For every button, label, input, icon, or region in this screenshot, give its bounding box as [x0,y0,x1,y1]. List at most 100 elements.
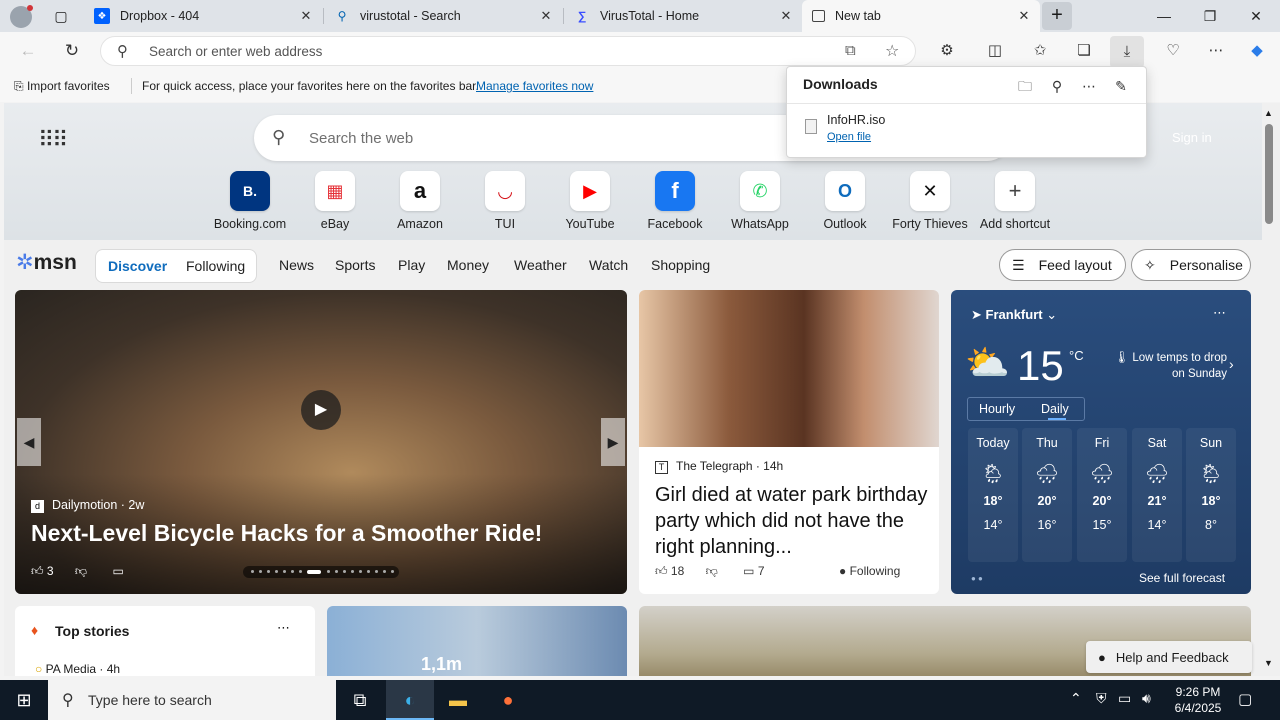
collections-icon[interactable]: ❏ [1071,39,1097,65]
nav-shopping[interactable]: Shopping [651,257,710,273]
back-icon[interactable]: ← [14,37,42,65]
toggle-daily[interactable]: Daily [1041,402,1069,416]
close-window-button[interactable]: ✕ [1233,0,1279,32]
extensions-icon[interactable]: ⚙ [934,39,960,65]
shortcut-booking[interactable]: B. Booking.com [207,171,293,231]
forecast-day[interactable]: Sat 🌧︎ 21° 14° [1132,428,1182,562]
like-icon[interactable]: 👍︎ [655,564,668,578]
downloads-icon[interactable]: ⤓ [1110,36,1144,68]
video-card[interactable]: ▶ ◀ ▶ d Dailymotion · 2w Next-Level Bicyc… [15,290,627,594]
forecast-day[interactable]: Thu 🌧︎ 20° 16° [1022,428,1072,562]
pin-icon[interactable]: ✎ [1110,75,1132,97]
restore-button[interactable]: ❐ [1187,0,1233,32]
tray-icon[interactable]: ⛨ [1096,690,1107,707]
tab-virustotal-search[interactable]: ⚲ virustotal - Search ✕ [324,0,562,32]
shortcut-youtube[interactable]: ▶ YouTube [547,171,633,231]
close-tab-icon[interactable]: ✕ [1016,8,1032,24]
shortcut-tui[interactable]: ◡ TUI [462,171,548,231]
scroll-down-icon[interactable]: ▼ [1264,658,1273,668]
forecast-day[interactable]: Today 🌦︎ 18° 14° [968,428,1018,562]
favorite-star-icon[interactable]: ☆ [885,41,899,61]
dislike-icon[interactable]: 👎︎ [706,564,718,578]
news-title[interactable]: Girl died at water park birthday party w… [655,482,931,560]
shortcut-whatsapp[interactable]: ✆ WhatsApp [717,171,803,231]
nav-news[interactable]: News [279,257,314,273]
close-tab-icon[interactable]: ✕ [298,8,314,24]
tab-dropbox[interactable]: ❖ Dropbox - 404 ✕ [84,0,322,32]
temperature-unit[interactable]: °C [1069,348,1084,363]
edge-icon[interactable]: ◐ [386,680,434,720]
carousel-next-button[interactable]: ▶ [601,418,625,466]
forecast-day[interactable]: Fri 🌧︎ 20° 15° [1077,428,1127,562]
more-options-icon[interactable]: ⋯ [277,620,290,636]
top-stories-card[interactable]: ♦ Top stories ⋯ ○ PA Media · 4h [15,606,315,676]
import-favorites-button[interactable]: ⎘ Import favorites [14,79,110,94]
comment-icon[interactable]: ▭ [112,564,123,578]
folder-icon[interactable]: 🗀 [1014,75,1036,97]
shortcut-facebook[interactable]: f Facebook [632,171,718,231]
close-tab-icon[interactable]: ✕ [778,8,794,24]
more-options-icon[interactable]: ⋯ [1213,305,1226,321]
signin-button[interactable]: Sign in [1172,130,1212,145]
like-icon[interactable]: 👍︎ [31,564,44,578]
file-explorer-icon[interactable]: ▬ [434,680,482,720]
firefox-icon[interactable]: ● [484,680,532,720]
shortcut-ebay[interactable]: ▦ eBay [292,171,378,231]
weather-alert[interactable]: 🌡︎ Low temps to drop on Sunday [1111,350,1227,382]
comment-icon[interactable]: ▭ [743,564,754,578]
browser-essentials-icon[interactable]: ♡ [1160,39,1186,65]
windows-start-icon[interactable]: ⊞ [0,680,48,720]
weather-location[interactable]: ➤ Frankfurt ⌄ [971,307,1057,323]
play-icon[interactable]: ▶ [301,390,341,430]
tab-actions-icon[interactable]: ▢ [50,6,72,28]
scroll-up-icon[interactable]: ▲ [1264,108,1273,118]
help-feedback-button[interactable]: ● Help and Feedback [1086,641,1252,673]
more-icon[interactable]: ⋯ [1203,39,1229,65]
weather-card[interactable]: ➤ Frankfurt ⌄ ⋯ ⛅ 15 °C 🌡︎ Low temps to … [951,290,1251,594]
shortcut-outlook[interactable]: O Outlook [802,171,888,231]
download-file-name[interactable]: InfoHR.iso [827,113,885,127]
manage-favorites-link[interactable]: Manage favorites now [476,79,593,93]
scrollbar-thumb[interactable] [1265,124,1273,224]
shortcut-amazon[interactable]: a Amazon [377,171,463,231]
search-icon[interactable]: ⚲ [1046,75,1068,97]
toggle-hourly[interactable]: Hourly [979,402,1015,416]
copilot-icon[interactable]: ◆ [1244,39,1270,65]
new-tab-button[interactable]: + [1042,2,1072,30]
minimize-button[interactable]: — [1141,0,1187,32]
following-badge[interactable]: ● Following [839,564,900,578]
personalise-button[interactable]: ✧ Personalise [1131,249,1251,281]
notification-icon[interactable]: ▢ [1238,690,1252,708]
network-icon[interactable]: ▭ [1118,690,1131,707]
close-tab-icon[interactable]: ✕ [538,8,554,24]
tab-discover[interactable]: Discover [108,258,167,274]
taskbar-search[interactable]: ⚲ Type here to search [48,680,336,720]
task-view-icon[interactable]: ⧉ [336,680,384,720]
open-file-link[interactable]: Open file [827,131,871,143]
tab-following[interactable]: Following [186,258,245,274]
more-icon[interactable]: ⋯ [1078,75,1100,97]
msn-logo[interactable]: ✲msn [16,250,77,275]
system-clock[interactable]: 9:26 PM 6/4/2025 [1170,684,1226,716]
app-launcher-icon[interactable]: ⠿⠿ [38,127,68,153]
split-screen-icon[interactable]: ◫ [982,39,1008,65]
favorites-icon[interactable]: ✩ [1027,39,1053,65]
chevron-right-icon[interactable]: › [1229,356,1234,372]
nav-watch[interactable]: Watch [589,257,628,273]
tab-new-tab[interactable]: New tab ✕ [802,0,1040,32]
refresh-icon[interactable]: ↻ [58,37,86,65]
video-title[interactable]: Next-Level Bicycle Hacks for a Smoother … [31,520,542,547]
nav-play[interactable]: Play [398,257,425,273]
address-bar[interactable]: ⚲ Search or enter web address ⧉ ☆ [100,36,916,66]
feed-layout-button[interactable]: ☰ Feed layout [999,249,1126,281]
carousel-prev-button[interactable]: ◀ [17,418,41,466]
dislike-icon[interactable]: 👎︎ [75,564,87,578]
forecast-day[interactable]: Sun 🌦︎ 18° 8° [1186,428,1236,562]
nav-sports[interactable]: Sports [335,257,375,273]
shortcut-add[interactable]: + Add shortcut [972,171,1058,231]
tab-virustotal-home[interactable]: ∑ VirusTotal - Home ✕ [564,0,802,32]
tray-chevron-icon[interactable]: ⌃ [1070,690,1082,707]
nav-weather[interactable]: Weather [514,257,567,273]
news-card[interactable]: T The Telegraph · 14h Girl died at water … [639,290,939,594]
immersive-reader-icon[interactable]: ⧉ [845,42,856,59]
